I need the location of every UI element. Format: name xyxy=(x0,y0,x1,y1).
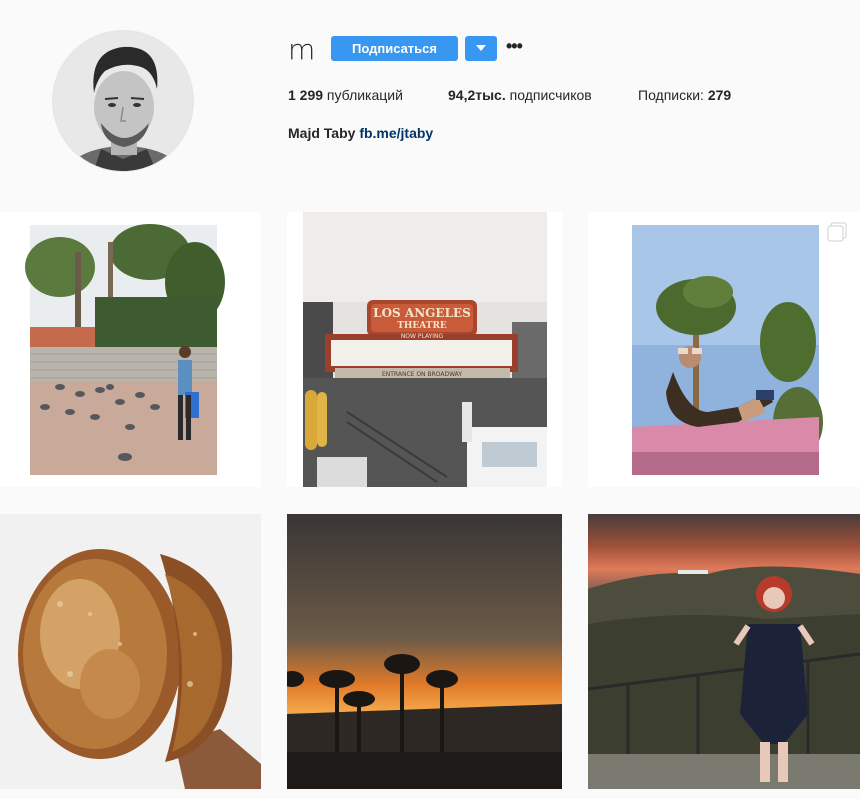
posts-count-stat: 1 299 публикаций xyxy=(288,86,403,104)
following-stat[interactable]: Подписки: 279 xyxy=(638,86,731,104)
post-image xyxy=(287,514,562,789)
triangle-down-icon xyxy=(476,45,486,51)
post-thumbnail-theatre[interactable]: LOS ANGELES THEATRE NOW PLAYING ENTRANCE… xyxy=(287,212,562,487)
post-image xyxy=(0,514,261,789)
followers-stat[interactable]: 94,2тыс. подписчиков xyxy=(448,86,592,104)
posts-label: публикаций xyxy=(323,87,403,103)
followers-count: 94,2тыс. xyxy=(448,87,506,103)
post-thumbnail-bread[interactable] xyxy=(0,514,261,789)
suggested-dropdown-button[interactable] xyxy=(465,36,497,61)
profile-avatar[interactable] xyxy=(52,30,194,172)
profile-header: m Подписаться ••• 1 299 публикаций 94,2т… xyxy=(0,0,860,200)
post-thumbnail-car-roof[interactable] xyxy=(588,212,860,487)
post-thumbnail-hollywood[interactable] xyxy=(588,514,860,789)
profile-bio: Majd Taby fb.me/jtaby xyxy=(288,124,433,142)
theatre-sign-line3: NOW PLAYING xyxy=(401,333,444,340)
post-image xyxy=(0,212,261,487)
more-options-icon[interactable]: ••• xyxy=(506,37,524,59)
avatar-photo xyxy=(53,31,193,171)
theatre-sign-line4: ENTRANCE ON BROADWAY xyxy=(382,371,462,378)
post-thumbnail-pigeons[interactable] xyxy=(0,212,261,487)
profile-username: m xyxy=(288,33,316,66)
post-image: LOS ANGELES THEATRE NOW PLAYING ENTRANCE… xyxy=(303,212,547,487)
theatre-sign-line2: THEATRE xyxy=(397,321,447,331)
bio-full-name: Majd Taby xyxy=(288,125,356,141)
post-image xyxy=(588,212,860,487)
carousel-icon xyxy=(827,222,847,242)
posts-count: 1 299 xyxy=(288,87,324,103)
post-thumbnail-sunset[interactable] xyxy=(287,514,562,789)
following-count: 279 xyxy=(707,87,732,103)
post-image xyxy=(588,514,860,789)
bio-link[interactable]: fb.me/jtaby xyxy=(359,125,433,141)
followers-label: подписчиков xyxy=(505,87,592,103)
theatre-sign-line1: LOS ANGELES xyxy=(373,306,471,320)
following-label: Подписки: xyxy=(638,87,708,103)
follow-button[interactable]: Подписаться xyxy=(331,36,458,61)
